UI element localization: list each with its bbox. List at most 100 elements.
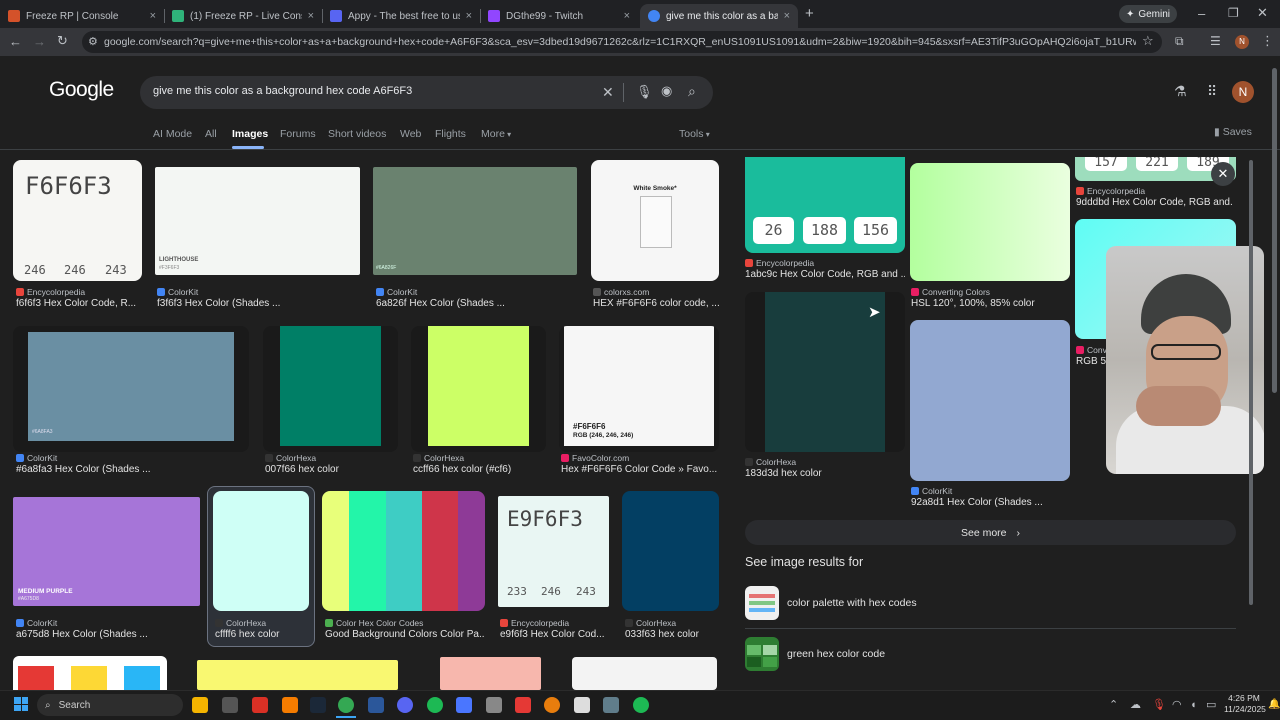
result-image[interactable]: White Smoke* [591,160,719,281]
filezilla-icon[interactable] [515,697,531,713]
result-source[interactable]: Encycolorpedia [1076,186,1145,196]
result-image[interactable]: F6F6F3 246 246 243 [13,160,142,281]
tab-twitch[interactable]: DGthe99 - Twitch × [480,4,638,28]
result-source[interactable]: ColorKit [157,287,198,297]
site-info-icon[interactable]: ⚙ [88,35,98,49]
result-image[interactable] [910,163,1070,281]
forward-icon[interactable]: → [33,35,46,49]
reading-list-icon[interactable]: ☰ [1210,34,1221,48]
result-image[interactable]: E9F6F3 233 246 243 [498,496,609,607]
search-icon[interactable]: ⌕ [688,84,696,98]
result-image[interactable] [622,491,719,611]
steam-icon[interactable] [310,697,326,713]
windows-start-icon[interactable] [14,697,28,711]
result-source[interactable]: ColorHexa [745,457,796,467]
close-icon[interactable]: × [466,10,472,22]
result-image[interactable] [411,326,546,452]
tools-button[interactable]: Tools ▾ [679,128,710,140]
related-search-link[interactable]: color palette with hex codes [787,597,917,609]
google-logo[interactable]: Google [49,78,114,102]
result-caption[interactable]: HSL 120°, 100%, 85% color [911,298,1071,309]
result-caption[interactable]: 1abc9c Hex Color Code, RGB and ... [745,269,905,280]
result-source[interactable]: ColorKit [911,486,952,496]
result-source[interactable]: Encycolorpedia [745,258,814,268]
result-caption[interactable]: 183d3d hex color [745,468,905,479]
close-preview-icon[interactable]: ✕ [1211,162,1235,186]
labs-icon[interactable]: ⚗ [1174,84,1187,98]
url-text[interactable]: google.com/search?q=give+me+this+color+a… [104,36,1136,48]
lens-icon[interactable]: ◉ [661,84,672,98]
tab-images[interactable]: Images [232,128,268,140]
result-image[interactable]: #F6F6F6 RGB (246, 246, 246) [559,326,719,452]
result-caption[interactable]: 9dddbd Hex Color Code, RGB and... [1076,197,1232,208]
tab-more[interactable]: More ▾ [481,128,511,140]
result-image[interactable] [263,326,398,452]
app-icon[interactable] [282,697,298,713]
result-caption[interactable]: ccff66 hex color (#cf6) [413,464,543,475]
taskbar-search[interactable]: ⌕ Search [37,694,183,716]
result-caption[interactable]: 033f63 hex color [625,629,720,640]
result-image[interactable]: MEDIUM PURPLE #A675D8 [13,497,200,606]
result-caption[interactable]: Hex #F6F6F6 Color Code » Favo... [561,464,717,475]
app-icon[interactable] [603,697,619,713]
result-source[interactable]: ColorHexa [625,618,676,628]
result-source[interactable]: ColorHexa [215,618,266,628]
notification-icon[interactable]: 🔔 [1268,698,1280,712]
result-caption[interactable]: 92a8d1 Hex Color (Shades ... [911,497,1071,508]
app-icon[interactable] [486,697,502,713]
media-icon[interactable]: ⧉ [1175,34,1184,48]
chevron-up-icon[interactable]: ⌃ [1109,698,1118,712]
volume-icon[interactable]: ◖ [1190,698,1197,712]
app-icon[interactable] [222,697,238,713]
tab-web[interactable]: Web [400,128,421,140]
wifi-icon[interactable]: ◠ [1172,698,1182,712]
saves-button[interactable]: ▮ Saves [1214,126,1252,138]
result-image[interactable]: LIGHTHOUSE #F3F6F3 [155,167,360,275]
related-search-link[interactable]: green hex color code [787,648,885,660]
app-icon[interactable] [252,697,268,713]
result-source[interactable]: ColorKit [16,618,57,628]
spotify-icon[interactable] [427,697,443,713]
result-image[interactable] [440,657,541,690]
minimize-icon[interactable]: – [1198,7,1205,21]
panel-scrollbar[interactable] [1249,160,1253,605]
result-caption[interactable]: 007f66 hex color [265,464,395,475]
result-image[interactable]: #6A8FA3 [13,326,249,452]
tray-icon[interactable]: ☁ [1130,698,1141,712]
result-caption[interactable]: cffff6 hex color [215,629,310,640]
result-caption[interactable]: #6a8fa3 Hex Color (Shades ... [16,464,246,475]
account-avatar[interactable]: N [1232,81,1254,103]
app-icon[interactable] [574,697,590,713]
result-caption[interactable]: f3f6f3 Hex Color (Shades ... [157,298,357,309]
file-explorer-icon[interactable] [192,697,208,713]
close-icon[interactable]: × [784,10,790,22]
result-image[interactable] [572,657,717,690]
result-image[interactable]: #6A826F [373,167,577,275]
result-source[interactable]: ColorKit [16,453,57,463]
result-source[interactable]: Conv [1076,345,1107,355]
related-thumbnail[interactable] [745,586,779,620]
discord-icon[interactable] [397,697,413,713]
clear-icon[interactable]: ✕ [602,85,614,99]
result-source[interactable]: Encycolorpedia [500,618,569,628]
result-caption[interactable]: HEX #F6F6F6 color code, ... [593,298,721,309]
microphone-icon[interactable]: 🎙 [636,85,653,99]
microphone-icon[interactable]: 🎙 [1152,698,1166,712]
result-source[interactable]: ColorKit [376,287,417,297]
tab-google-search[interactable]: give me this color as a backgro× [640,4,798,28]
result-source[interactable]: Color Hex Color Codes [325,618,423,628]
tab-short-videos[interactable]: Short videos [328,128,386,140]
result-source[interactable]: ColorHexa [265,453,316,463]
tab-ai-mode[interactable]: AI Mode [153,128,192,140]
tab-freeze-console[interactable]: Freeze RP | Console × [0,4,164,28]
back-icon[interactable]: ← [9,35,22,49]
related-thumbnail[interactable] [745,637,779,671]
result-caption[interactable]: RGB 5 [1076,356,1106,367]
result-image[interactable] [13,656,167,690]
result-caption[interactable]: f6f6f3 Hex Color Code, R... [16,298,144,309]
result-image[interactable] [213,491,309,611]
search-input[interactable]: give me this color as a background hex c… [153,85,412,97]
result-source[interactable]: Encycolorpedia [16,287,85,297]
close-icon[interactable]: × [624,10,630,22]
app-icon[interactable] [456,697,472,713]
